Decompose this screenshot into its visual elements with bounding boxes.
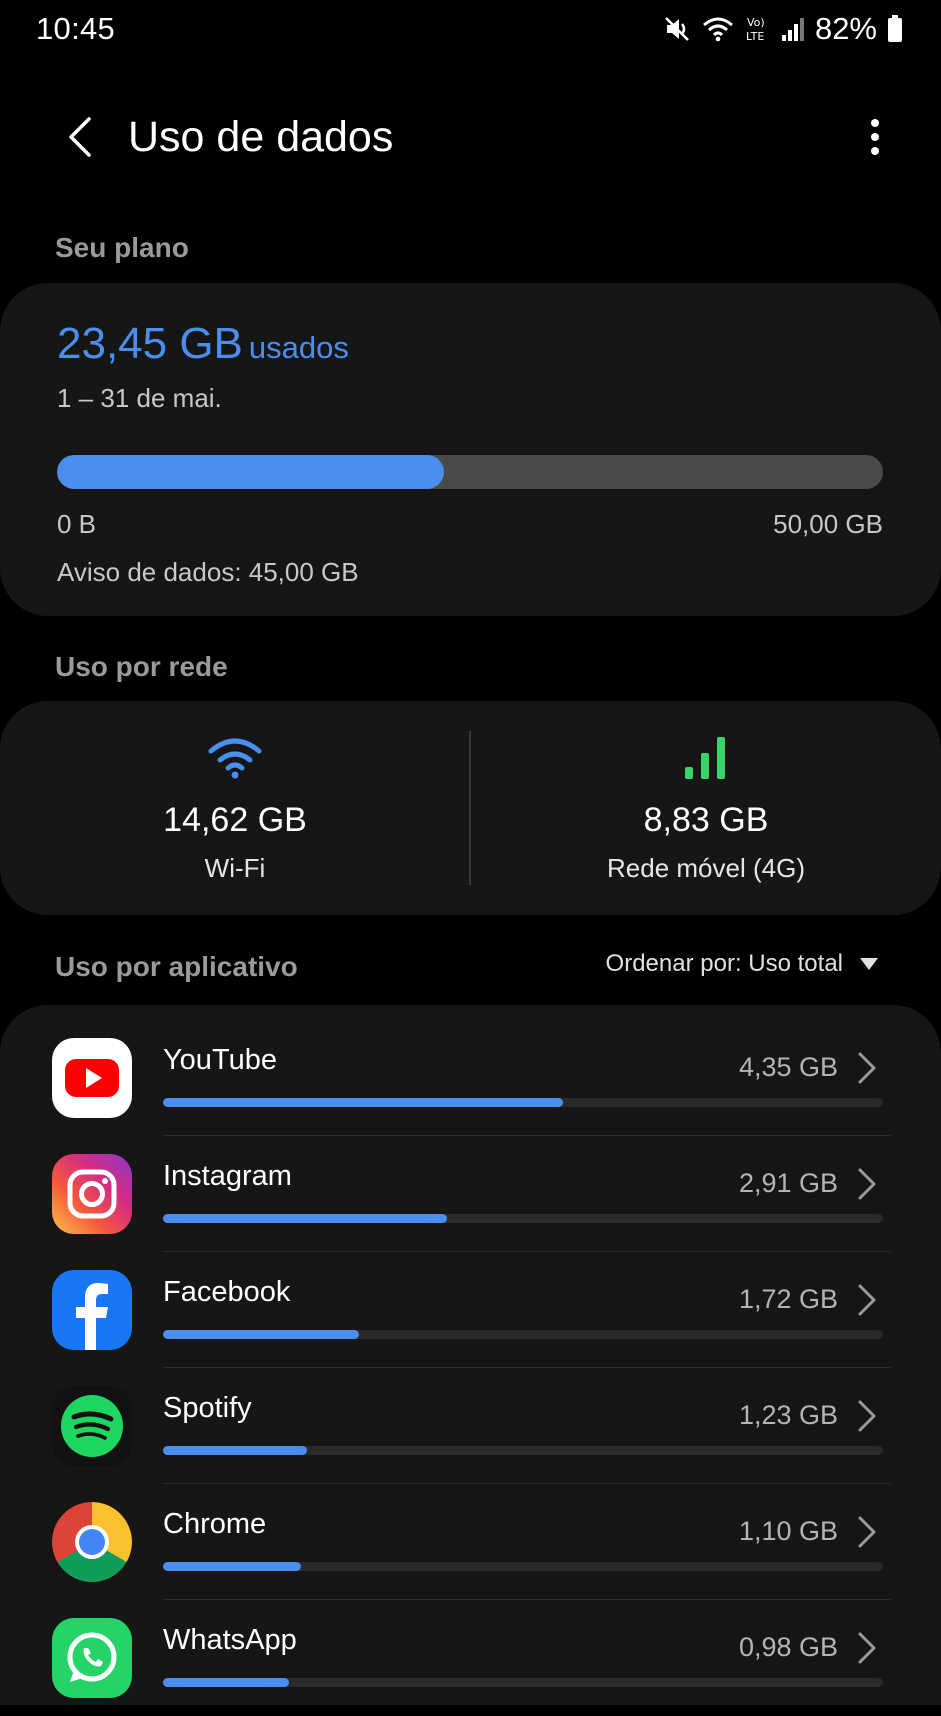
app-usage-bar (163, 1562, 883, 1571)
app-usage-list: YouTube 4,35 GB Instagram 2,91 GB Facebo… (0, 1005, 941, 1705)
app-size: 1,72 GB (738, 1284, 838, 1314)
app-usage-bar-fill (163, 1330, 359, 1339)
more-vertical-icon (871, 119, 879, 155)
network-card: 14,62 GB Wi-Fi 8,83 GB Rede móvel (4G) (0, 701, 941, 915)
wifi-icon (702, 17, 733, 42)
app-name: Instagram (163, 1160, 292, 1192)
wifi-usage-value: 14,62 GB (163, 801, 307, 839)
app-row-facebook[interactable]: Facebook 1,72 GB (0, 1252, 941, 1368)
app-usage-bar (163, 1214, 883, 1223)
instagram-icon (52, 1154, 132, 1234)
plan-section-header: Seu plano (55, 232, 189, 263)
plan-used-label: usados (248, 330, 349, 365)
app-usage-bar (163, 1678, 883, 1687)
back-arrow-icon (69, 117, 91, 157)
spotify-icon (52, 1386, 132, 1466)
signal-icon (781, 18, 804, 41)
app-name: YouTube (163, 1044, 277, 1076)
facebook-icon (52, 1270, 132, 1350)
app-usage-bar-fill (163, 1678, 289, 1687)
cellular-signal-icon (685, 737, 725, 779)
plan-card[interactable]: 23,45 GB usados 1 – 31 de mai. 0 B 50,00 … (0, 283, 941, 616)
plan-progress-fill (57, 455, 445, 489)
plan-max-label: 50,00 GB (773, 509, 883, 539)
volte-icon: Vo) LTE (746, 16, 765, 43)
app-usage-bar-fill (163, 1098, 563, 1107)
app-row-chrome[interactable]: Chrome 1,10 GB (0, 1484, 941, 1600)
app-size: 1,10 GB (738, 1516, 838, 1546)
app-name: Facebook (163, 1276, 291, 1308)
app-name: WhatsApp (163, 1624, 297, 1656)
svg-text:LTE: LTE (746, 30, 764, 43)
plan-used-value: 23,45 GB (57, 319, 243, 368)
chevron-right-icon (858, 1516, 876, 1548)
app-usage-bar-fill (163, 1214, 448, 1223)
app-row-instagram[interactable]: Instagram 2,91 GB (0, 1136, 941, 1252)
app-size: 2,91 GB (738, 1168, 838, 1198)
mobile-usage-label: Rede móvel (4G) (607, 853, 805, 883)
whatsapp-icon (52, 1618, 132, 1698)
app-size: 1,23 GB (738, 1400, 838, 1430)
app-row-whatsapp[interactable]: WhatsApp 0,98 GB (0, 1600, 941, 1716)
chevron-right-icon (858, 1168, 876, 1200)
more-options-button[interactable] (851, 105, 899, 169)
wifi-usage[interactable]: 14,62 GB Wi-Fi (0, 701, 470, 915)
status-time: 10:45 (36, 11, 116, 46)
app-row-youtube[interactable]: YouTube 4,35 GB (0, 1020, 941, 1136)
app-name: Spotify (163, 1392, 252, 1424)
chevron-right-icon (858, 1052, 876, 1084)
app-usage-bar (163, 1098, 883, 1107)
mobile-usage[interactable]: 8,83 GB Rede móvel (4G) (471, 701, 941, 915)
svg-text:Vo): Vo) (747, 16, 765, 29)
app-size: 0,98 GB (738, 1632, 838, 1662)
data-warning-label: Aviso de dados: 45,00 GB (57, 557, 359, 587)
app-usage-bar (163, 1330, 883, 1339)
wifi-icon (208, 738, 262, 779)
page-title: Uso de dados (128, 113, 394, 161)
app-name: Chrome (163, 1508, 267, 1540)
mobile-usage-value: 8,83 GB (643, 801, 769, 839)
plan-used: 23,45 GB usados (57, 319, 349, 369)
sort-label: Ordenar por: Uso total (605, 950, 843, 977)
status-icons: Vo) LTE 82% (663, 11, 903, 47)
battery-percent: 82% (814, 11, 877, 46)
app-usage-bar-fill (163, 1446, 307, 1455)
plan-progress-bar (57, 455, 883, 489)
chrome-icon (52, 1502, 132, 1582)
app-usage-bar (163, 1446, 883, 1455)
status-bar: 10:45 Vo) LTE 82% (0, 0, 941, 58)
plan-period: 1 – 31 de mai. (57, 383, 222, 413)
app-size: 4,35 GB (738, 1052, 838, 1082)
app-bar: Uso de dados (0, 95, 941, 177)
chevron-right-icon (858, 1632, 876, 1664)
network-section-header: Uso por rede (55, 651, 228, 682)
plan-min-label: 0 B (57, 509, 97, 539)
back-button[interactable] (48, 105, 112, 169)
app-usage-bar-fill (163, 1562, 302, 1571)
sort-dropdown[interactable]: Ordenar por: Uso total (606, 950, 879, 978)
chevron-right-icon (858, 1284, 876, 1316)
wifi-usage-label: Wi-Fi (204, 853, 266, 883)
chevron-right-icon (858, 1400, 876, 1432)
dropdown-triangle-icon (860, 958, 878, 970)
app-row-spotify[interactable]: Spotify 1,23 GB (0, 1368, 941, 1484)
mute-icon (665, 17, 689, 41)
youtube-icon (52, 1038, 132, 1118)
battery-icon (888, 15, 902, 42)
apps-section-header: Uso por aplicativo (55, 951, 298, 982)
